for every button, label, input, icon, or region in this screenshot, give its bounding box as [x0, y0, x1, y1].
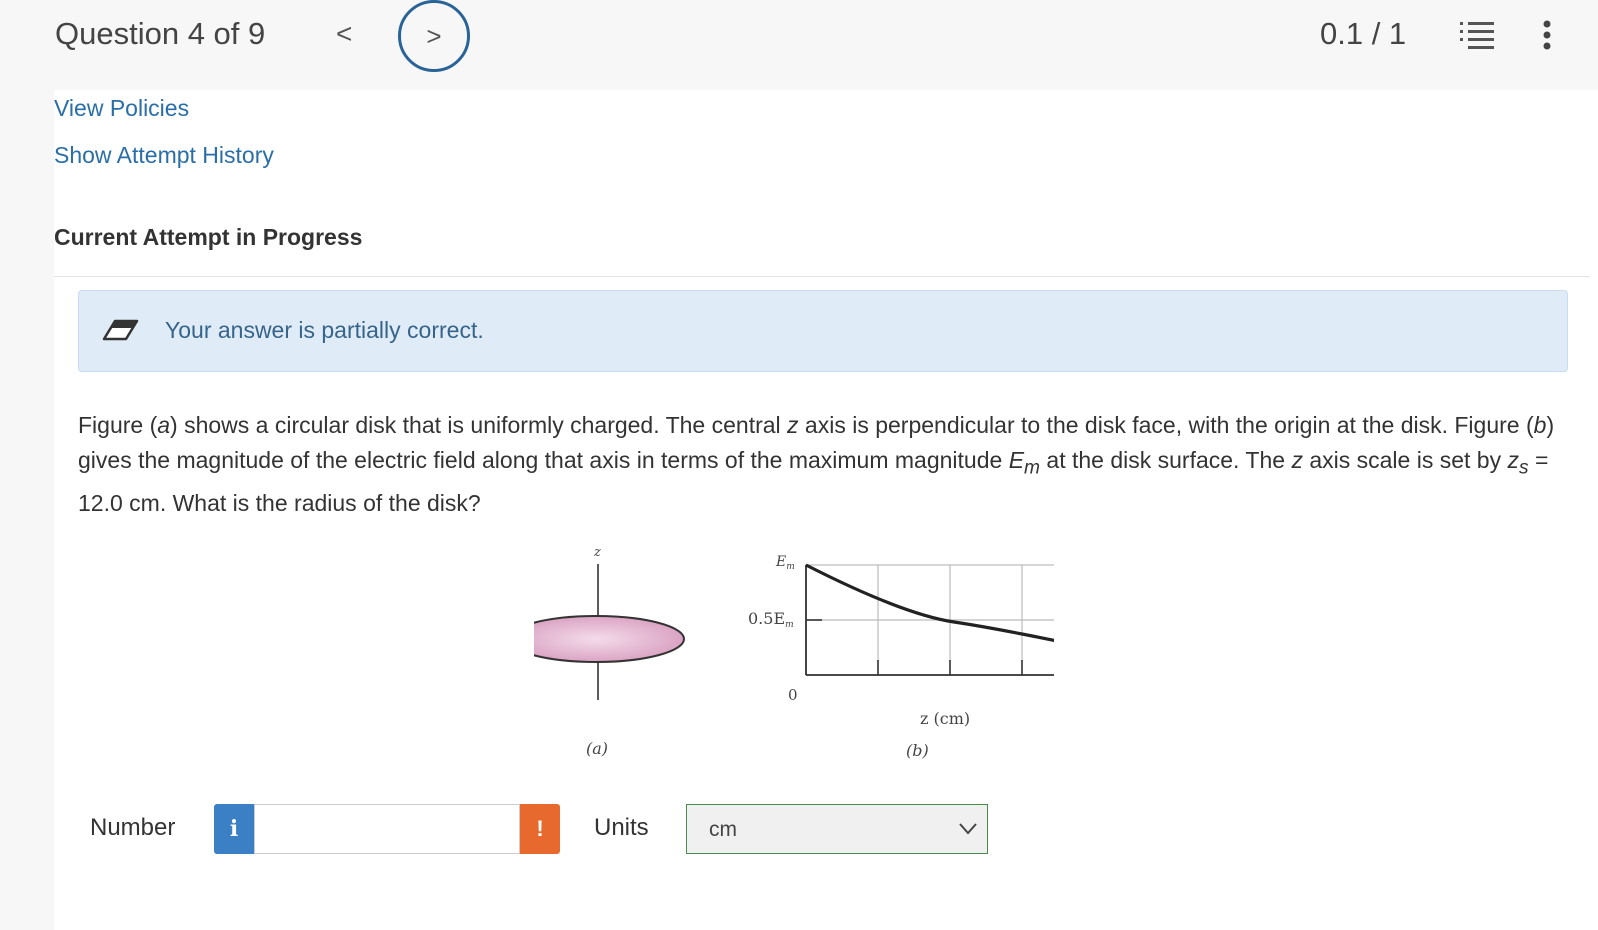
question-list-icon[interactable] — [1460, 20, 1494, 50]
half-em-label-sub: m — [785, 620, 794, 630]
question-italic: b — [1533, 412, 1547, 438]
z-axis-label: z — [593, 545, 601, 560]
question-subscript: s — [1518, 457, 1529, 479]
units-selected-value: cm — [709, 818, 737, 841]
question-italic: a — [157, 412, 171, 438]
em-label-text: E — [775, 554, 786, 570]
info-button[interactable]: i — [214, 804, 254, 854]
question-italic: E — [1008, 447, 1025, 473]
caption-a: (a) — [586, 739, 608, 758]
z-cm-axis-label: z (cm) — [920, 709, 970, 728]
question-italic: z — [1507, 447, 1519, 473]
attempt-status: Current Attempt in Progress — [54, 224, 363, 250]
origin-label: 0 — [788, 686, 798, 704]
question-text-part: ) shows a circular disk that is uniforml… — [170, 412, 788, 438]
half-em-label-text: 0.5E — [748, 609, 785, 628]
units-label: Units — [594, 814, 649, 841]
charged-disk — [534, 615, 685, 663]
exclamation-icon: ! — [536, 816, 544, 841]
next-question-button[interactable]: > — [398, 0, 470, 72]
show-attempt-history-link[interactable]: Show Attempt History — [54, 142, 274, 169]
number-input[interactable] — [254, 804, 520, 854]
field-curve — [805, 563, 1054, 643]
number-label: Number — [90, 814, 176, 841]
question-subscript: m — [1024, 457, 1041, 479]
question-text: Figure (a) shows a circular disk that is… — [78, 408, 1578, 521]
question-italic: z — [1291, 447, 1303, 473]
view-policies-link[interactable]: View Policies — [54, 95, 189, 122]
warning-badge[interactable]: ! — [520, 804, 560, 854]
question-italic: z — [787, 412, 799, 438]
feedback-message: Your answer is partially correct. — [165, 317, 484, 343]
more-options-icon[interactable] — [1542, 20, 1552, 50]
score-display: 0.1 / 1 — [1320, 16, 1407, 51]
eraser-icon — [102, 319, 139, 341]
units-select[interactable]: cm — [686, 804, 988, 854]
question-text-part: axis is perpendicular to the disk face, … — [798, 412, 1534, 438]
chevron-down-icon — [959, 823, 977, 835]
previous-question-button[interactable]: < — [336, 18, 352, 50]
question-text-part: at the disk surface. The — [1040, 447, 1292, 473]
disk-field-figure: z (a) Em 0.5Em 0 zs z (cm) (b) — [534, 545, 1054, 760]
field-graph — [805, 563, 1054, 676]
em-label: Em — [775, 554, 795, 572]
caption-b: (b) — [906, 741, 929, 760]
half-em-label: 0.5Em — [748, 609, 794, 630]
divider — [54, 276, 1590, 277]
question-panel: View Policies Show Attempt History Curre… — [54, 90, 1598, 930]
top-bar: Question 4 of 9 < > 0.1 / 1 — [0, 0, 1598, 90]
chevron-right-icon: > — [426, 20, 442, 51]
question-text-part: Figure ( — [78, 412, 158, 438]
question-counter: Question 4 of 9 — [55, 16, 266, 51]
em-label-sub: m — [786, 562, 795, 572]
info-icon: i — [229, 816, 239, 842]
feedback-banner: Your answer is partially correct. — [78, 290, 1568, 372]
question-text-part: axis scale is set by — [1302, 447, 1508, 473]
